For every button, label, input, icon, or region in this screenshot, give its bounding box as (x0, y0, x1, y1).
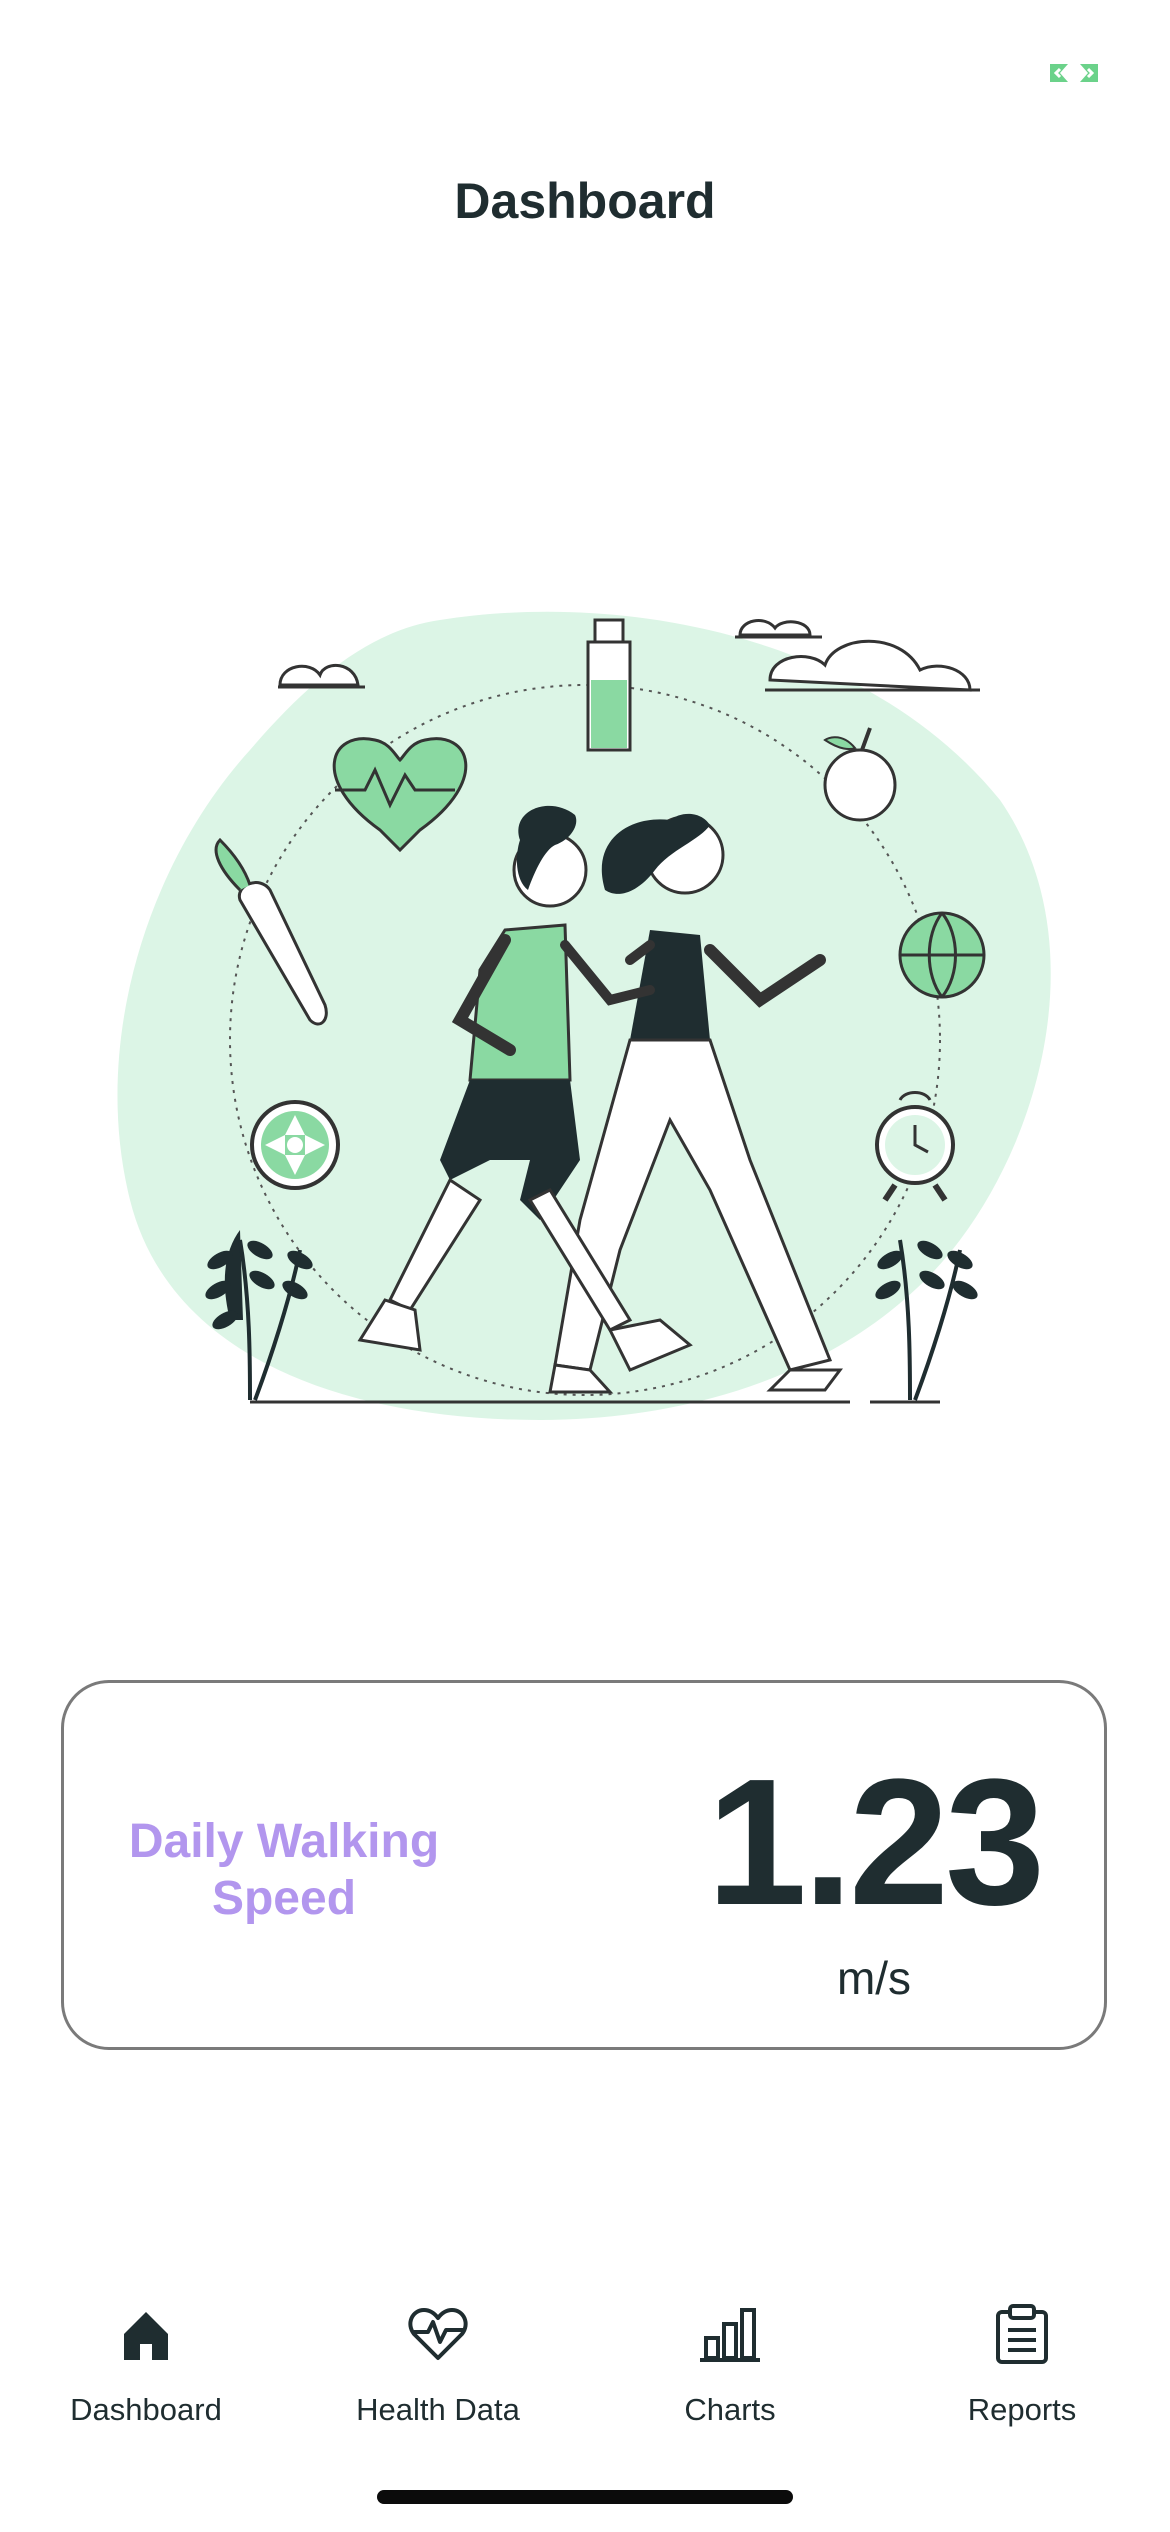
metric-label: Daily Walking Speed (128, 1815, 440, 1925)
walking-couple-illustration (117, 611, 1051, 1420)
bottom-tab-bar: Dashboard Health Data Charts Reports (0, 2290, 1170, 2460)
tab-label: Dashboard (70, 2392, 222, 2427)
tab-charts[interactable]: Charts (584, 2290, 876, 2460)
metric-unit: m/s (836, 1952, 912, 2004)
walking-speed-card[interactable]: Daily Walking Speed 1.23 m/s (61, 1680, 1107, 2050)
tab-label: Reports (967, 2392, 1077, 2427)
tab-health-data[interactable]: Health Data (292, 2290, 584, 2460)
metric-value: 1.23 (706, 1742, 1045, 1943)
home-icon (124, 2312, 168, 2360)
page-title: Dashboard (454, 173, 716, 229)
expand-arrows-icon (1050, 64, 1098, 82)
clipboard-icon (996, 2304, 1048, 2364)
tab-label: Charts (684, 2392, 776, 2427)
tab-reports[interactable]: Reports (876, 2290, 1168, 2460)
bar-chart-icon (700, 2308, 760, 2362)
heart-pulse-icon (408, 2308, 468, 2360)
home-indicator[interactable] (377, 2490, 793, 2504)
tab-dashboard[interactable]: Dashboard (0, 2290, 292, 2460)
tab-label: Health Data (356, 2392, 520, 2427)
